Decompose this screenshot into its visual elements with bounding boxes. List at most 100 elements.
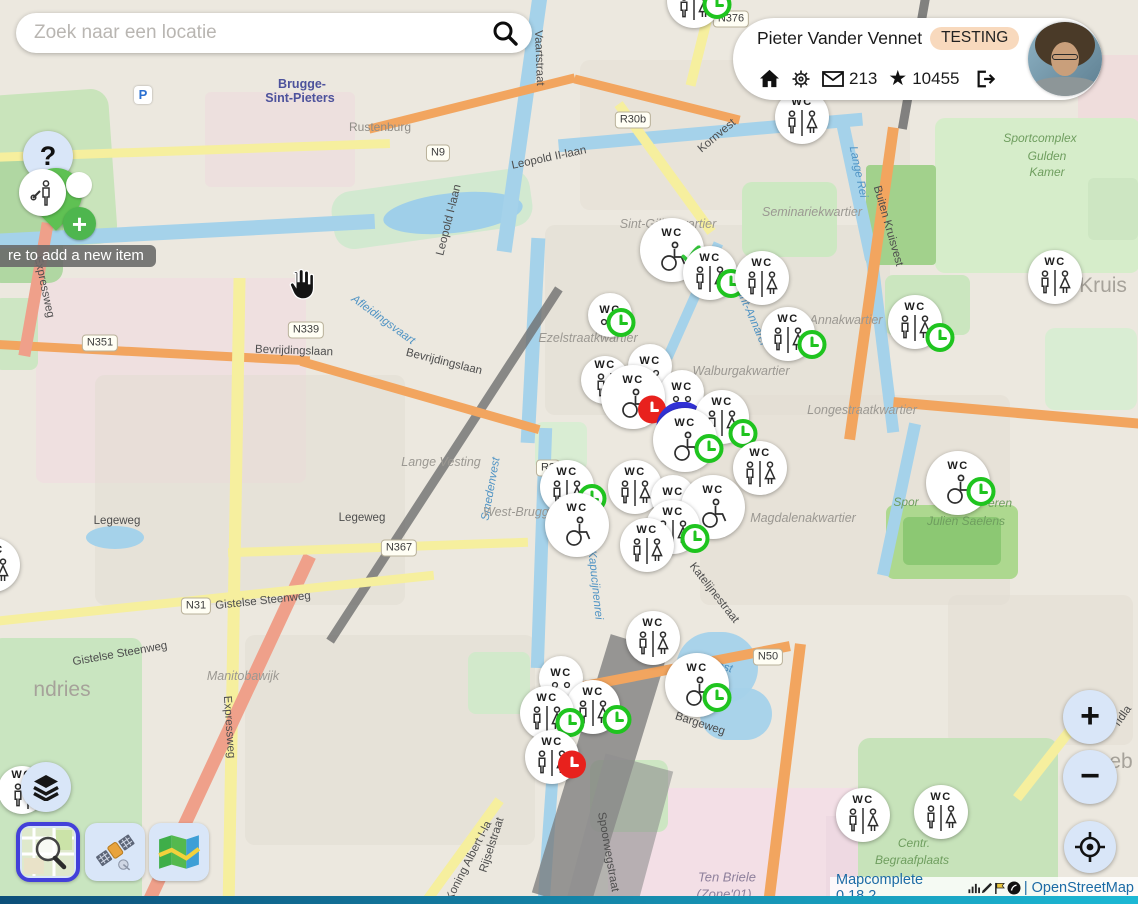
wc-label: WC xyxy=(566,503,587,514)
wc-label: WC xyxy=(661,228,682,239)
toilet-pin-mw[interactable]: WC xyxy=(733,441,787,495)
wc-label: WC xyxy=(636,525,657,536)
toilet-icon-wheelchair xyxy=(680,676,714,708)
theme-bottom-bar xyxy=(0,896,1138,904)
world-map-icon xyxy=(157,833,201,871)
add-plus-button[interactable]: + xyxy=(63,207,96,240)
wc-label: WC xyxy=(751,258,772,269)
toilet-pin-mw[interactable]: WC xyxy=(836,788,890,842)
star-count: 10455 xyxy=(912,69,959,89)
toilet-pin-mw[interactable]: WC xyxy=(1028,250,1082,304)
toilet-icon-mw xyxy=(744,271,780,298)
logout-icon[interactable] xyxy=(974,69,996,89)
geolocate-button[interactable] xyxy=(1064,821,1116,873)
toilet-icon-mw xyxy=(770,327,806,354)
layers-button[interactable] xyxy=(21,762,71,812)
toilet-pin-mw[interactable]: WC xyxy=(620,518,674,572)
search-bar xyxy=(16,13,532,53)
basemap-osm-button[interactable] xyxy=(16,822,80,882)
add-new-item-pin[interactable] xyxy=(19,169,66,216)
stats-icon xyxy=(968,882,980,894)
toilet-icon-mw xyxy=(845,808,881,835)
toilet-pin-wheelchair[interactable]: WC xyxy=(545,493,609,557)
attribution-bar: Mapcomplete 0.18.2 | OpenStreetMap xyxy=(830,877,1138,898)
toilet-pin-wheelchair[interactable]: WC xyxy=(665,653,729,717)
wc-label: WC xyxy=(1044,257,1065,268)
user-panel[interactable]: Pieter Vander Vennet TESTING 213 ★ 10455 xyxy=(733,18,1102,100)
toilet-icon-wheelchair xyxy=(668,431,702,463)
toilet-icon-mw xyxy=(923,805,959,832)
add-item-tooltip: re to add a new item xyxy=(0,245,156,267)
wc-label: WC xyxy=(904,302,925,313)
gear-icon[interactable] xyxy=(791,69,811,89)
wc-label: WC xyxy=(0,545,4,556)
zoom-in-button[interactable]: + xyxy=(1063,690,1117,744)
wc-label: WC xyxy=(702,485,723,496)
zoom-out-button[interactable]: − xyxy=(1063,750,1117,804)
search-icon[interactable] xyxy=(490,18,520,48)
wc-label: WC xyxy=(639,356,660,367)
toilet-pin-mw[interactable]: WC xyxy=(626,611,680,665)
toilet-pin-plain[interactable]: WC xyxy=(588,293,632,337)
basemap-map-button[interactable] xyxy=(149,823,209,881)
toilet-icon-mw xyxy=(617,480,653,507)
add-pin-secondary-circle xyxy=(66,172,92,198)
wc-label: WC xyxy=(536,693,557,704)
flag-icon xyxy=(994,882,1006,894)
wc-label: WC xyxy=(599,305,620,316)
toilet-icon-mw xyxy=(1037,270,1073,297)
home-icon[interactable] xyxy=(759,69,780,88)
wc-label: WC xyxy=(622,375,643,386)
toilet-pin-mw[interactable]: WC xyxy=(914,785,968,839)
wc-label: WC xyxy=(624,467,645,478)
hand-cursor-icon xyxy=(284,268,314,306)
toilet-icon-mw xyxy=(629,538,665,565)
testing-badge: TESTING xyxy=(930,27,1019,50)
search-input[interactable] xyxy=(32,21,490,45)
toilet-pin-wheelchair[interactable]: WC xyxy=(653,408,717,472)
toilet-icon-mw xyxy=(529,706,565,733)
wc-label: WC xyxy=(662,507,683,518)
layers-icon xyxy=(31,773,61,801)
toilet-pin-mw[interactable]: WC xyxy=(888,295,942,349)
wc-label: WC xyxy=(852,795,873,806)
toilet-icon-wheelchair xyxy=(696,498,730,530)
wc-label: WC xyxy=(671,382,692,393)
attribution-separator: | xyxy=(1024,880,1028,896)
toilet-icon-mw xyxy=(0,558,11,585)
toilet-pin-mw[interactable]: WC xyxy=(0,538,20,592)
toilet-icon-mw xyxy=(692,266,728,293)
community-badge-icon xyxy=(1007,881,1021,895)
messages-icon[interactable] xyxy=(822,71,844,87)
toilet-pin-mw[interactable]: WC xyxy=(735,251,789,305)
toilet-icon-mw xyxy=(897,315,933,342)
toilet-icon-mw xyxy=(676,0,712,21)
toilet-pin-mw[interactable]: WC xyxy=(566,680,620,734)
toilet-icon-mw xyxy=(742,461,778,488)
wc-label: WC xyxy=(711,397,732,408)
satellite-icon xyxy=(93,831,137,873)
toilet-pin-mw[interactable]: WC xyxy=(525,730,579,784)
wc-label: WC xyxy=(662,487,683,498)
map-markers-layer: WC WC WC WC WC WC WC WC WC WC WC WC WC WC W… xyxy=(0,0,1138,904)
wc-label: WC xyxy=(556,467,577,478)
toilet-pin-mw[interactable]: WC xyxy=(761,307,815,361)
star-icon[interactable]: ★ xyxy=(888,68,907,89)
osm-carto-magnifier-icon xyxy=(22,828,74,876)
wc-label: WC xyxy=(749,448,770,459)
toilet-pin-wheelchair[interactable]: WC xyxy=(926,451,990,515)
toilet-pin-mw[interactable]: WC xyxy=(667,0,721,28)
basemap-satellite-button[interactable] xyxy=(85,823,145,881)
wc-label: WC xyxy=(642,618,663,629)
avatar[interactable] xyxy=(1028,22,1102,96)
toilet-icon-mw xyxy=(784,110,820,137)
person-wrench-icon xyxy=(28,178,58,208)
toilet-icon-wheelchair xyxy=(616,388,650,420)
crosshair-icon xyxy=(1073,830,1107,864)
toilet-pin-mw[interactable]: WC xyxy=(683,246,737,300)
wc-label: WC xyxy=(674,418,695,429)
wc-label: WC xyxy=(699,253,720,264)
wc-label: WC xyxy=(582,687,603,698)
toilet-icon-wheelchair xyxy=(560,516,594,548)
openstreetmap-link[interactable]: OpenStreetMap xyxy=(1032,880,1134,896)
